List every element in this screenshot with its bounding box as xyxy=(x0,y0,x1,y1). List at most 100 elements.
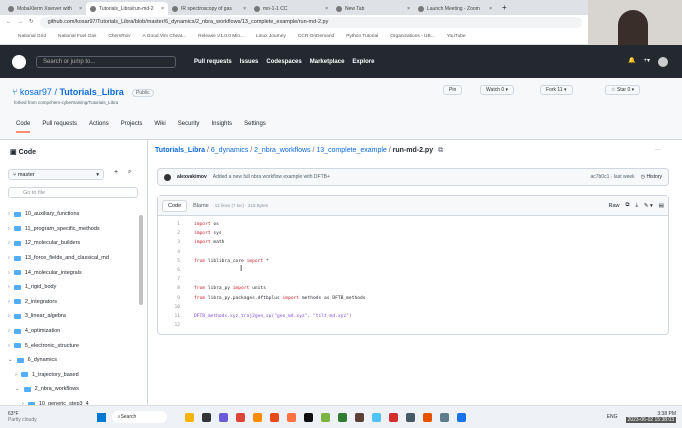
tree-item[interactable]: ⌄ 6_dynamics xyxy=(6,353,140,368)
chevron-right-icon[interactable]: › xyxy=(8,255,10,261)
tree-item[interactable]: › 12_molecular_builders xyxy=(6,236,140,251)
line-number[interactable]: 8 xyxy=(158,286,180,291)
taskbar-app-icon[interactable] xyxy=(252,412,262,422)
notification-bell-icon[interactable]: 🔔 xyxy=(628,57,635,67)
commit-meta[interactable]: ac7b0c1 · last week xyxy=(590,174,634,180)
line-number[interactable]: 5 xyxy=(158,259,180,264)
line-number[interactable]: 12 xyxy=(158,323,180,328)
chevron-right-icon[interactable]: › xyxy=(8,211,10,217)
forward-icon[interactable]: → xyxy=(18,19,24,25)
breadcrumb-link[interactable]: 2_nbra_workflows xyxy=(254,147,310,154)
add-file-icon[interactable]: + xyxy=(114,169,118,176)
browser-tab[interactable]: Launch Meeting - Zoom × xyxy=(414,2,496,15)
edit-icon[interactable]: ✎ ▾ xyxy=(644,203,653,209)
close-tab-icon[interactable]: × xyxy=(325,6,328,12)
create-new-icon[interactable]: +▾ xyxy=(643,57,650,67)
copy-path-icon[interactable]: ⧉ xyxy=(438,147,443,154)
breadcrumb-link[interactable]: Tutorials_Libra xyxy=(155,147,205,154)
taskbar-app-icon[interactable] xyxy=(184,412,194,422)
nav-explore[interactable]: Explore xyxy=(352,59,374,65)
tree-item[interactable]: › 10_auxiliary_functions xyxy=(6,207,140,222)
tab-wiki[interactable]: Wiki xyxy=(154,121,165,133)
line-number[interactable]: 10 xyxy=(158,305,180,310)
tab-pull-requests[interactable]: Pull requests xyxy=(42,121,77,133)
taskbar-app-icon[interactable] xyxy=(286,412,296,422)
taskbar-search[interactable]: ⌕ Search xyxy=(111,411,167,423)
taskbar-app-icon[interactable] xyxy=(388,412,398,422)
line-number[interactable]: 4 xyxy=(158,250,180,255)
search-input[interactable]: Search or jump to... xyxy=(36,55,176,68)
tab-security[interactable]: Security xyxy=(178,121,200,133)
taskbar-app-icon[interactable] xyxy=(354,412,364,422)
close-tab-icon[interactable]: × xyxy=(79,6,82,12)
search-icon[interactable]: ⌕ xyxy=(128,169,131,176)
fork-button[interactable]: Fork 11 ▾ xyxy=(540,85,573,95)
breadcrumb-link[interactable]: 13_complete_example xyxy=(316,147,386,154)
tree-item[interactable]: › 5_electronic_structure xyxy=(6,338,140,353)
reload-icon[interactable]: ↻ xyxy=(29,19,34,25)
chevron-right-icon[interactable]: › xyxy=(8,299,10,305)
taskbar-app-icon[interactable] xyxy=(303,412,313,422)
browser-tab[interactable]: New Tab × xyxy=(332,2,414,15)
bookmark-item[interactable]: Organizations - UB... xyxy=(390,34,435,39)
branch-selector[interactable]: ⑂ master ▾ xyxy=(8,169,104,180)
bookmark-item[interactable]: YouTube xyxy=(447,34,466,39)
more-options-icon[interactable]: ··· xyxy=(655,147,661,153)
weather-widget[interactable]: 63°F Partly cloudy xyxy=(8,411,37,423)
commit-author[interactable]: alexvakimov xyxy=(177,174,207,180)
taskbar-app-icon[interactable] xyxy=(405,412,415,422)
chevron-right-icon[interactable]: › xyxy=(15,372,17,378)
taskbar-app-icon[interactable] xyxy=(371,412,381,422)
commit-message[interactable]: Added a new full nbra workflow example w… xyxy=(213,174,330,180)
tab-code[interactable]: Code xyxy=(16,121,31,133)
close-tab-icon[interactable]: × xyxy=(489,6,492,12)
bookmark-item[interactable]: National Fuel Gas xyxy=(58,34,96,39)
watch-button[interactable]: Watch 0 ▾ xyxy=(480,85,515,95)
forked-from-link[interactable]: forked from compchem-cybertraining/Tutor… xyxy=(14,100,118,105)
bookmark-item[interactable]: CCR OnDemand xyxy=(298,34,334,39)
nav-pull-requests[interactable]: Pull requests xyxy=(194,59,232,65)
chevron-right-icon[interactable]: › xyxy=(8,240,10,246)
taskbar-app-icon[interactable] xyxy=(456,412,466,422)
nav-codespaces[interactable]: Codespaces xyxy=(266,59,301,65)
tree-item[interactable]: › 2_integrators xyxy=(6,295,140,310)
raw-button[interactable]: Raw xyxy=(609,203,620,209)
tab-insights[interactable]: Insights xyxy=(211,121,232,133)
bookmark-item[interactable]: Python Tutorial xyxy=(346,34,378,39)
copy-icon[interactable]: ⧉ xyxy=(626,202,630,209)
line-number[interactable]: 2 xyxy=(158,231,180,236)
taskbar-app-icon[interactable] xyxy=(269,412,279,422)
sidebar-scrollbar[interactable] xyxy=(139,215,143,305)
bookmark-item[interactable]: Linux Journey xyxy=(256,34,286,39)
star-button[interactable]: ☆ Star 0 ▾ xyxy=(605,85,641,95)
chevron-down-icon[interactable]: ⌄ xyxy=(15,386,20,392)
back-icon[interactable]: ← xyxy=(6,19,12,25)
repo-name-link[interactable]: Tutorials_Libra xyxy=(59,87,123,97)
nav-marketplace[interactable]: Marketplace xyxy=(310,59,345,65)
breadcrumb-link[interactable]: 6_dynamics xyxy=(211,147,248,154)
line-number[interactable]: 11 xyxy=(158,314,180,319)
line-number[interactable]: 6 xyxy=(158,268,180,273)
chevron-right-icon[interactable]: › xyxy=(8,270,10,276)
tab-projects[interactable]: Projects xyxy=(121,121,143,133)
language-indicator[interactable]: ENG xyxy=(607,414,618,420)
go-to-file-input[interactable]: Go to file xyxy=(8,187,138,198)
start-icon[interactable] xyxy=(96,412,106,422)
tree-item[interactable]: › 13_force_fields_and_classical_md xyxy=(6,251,140,266)
repo-owner-link[interactable]: kosar97 xyxy=(20,87,52,97)
tree-item[interactable]: › 1_trajectory_based xyxy=(6,368,140,383)
github-logo-icon[interactable] xyxy=(12,54,26,69)
url-input[interactable]: github.com/kosar97/Tutorials_Libra/blob/… xyxy=(39,16,582,28)
tree-item[interactable]: › 3_linear_algebra xyxy=(6,309,140,324)
browser-tab[interactable]: Tutorials_Libra/run-md-2 × xyxy=(86,2,168,15)
taskbar-app-icon[interactable] xyxy=(235,412,245,422)
taskbar-app-icon[interactable] xyxy=(422,412,432,422)
close-tab-icon[interactable]: × xyxy=(407,6,410,12)
tree-item[interactable]: ⌄ 2_nbra_workflows xyxy=(6,382,140,397)
line-number[interactable]: 9 xyxy=(158,296,180,301)
pin-button[interactable]: Pin xyxy=(443,85,463,95)
chevron-right-icon[interactable]: › xyxy=(8,284,10,290)
chevron-right-icon[interactable]: › xyxy=(8,343,10,349)
chevron-down-icon[interactable]: ⌄ xyxy=(8,357,13,363)
bookmark-item[interactable]: A Good Vim Cheat... xyxy=(143,34,187,39)
